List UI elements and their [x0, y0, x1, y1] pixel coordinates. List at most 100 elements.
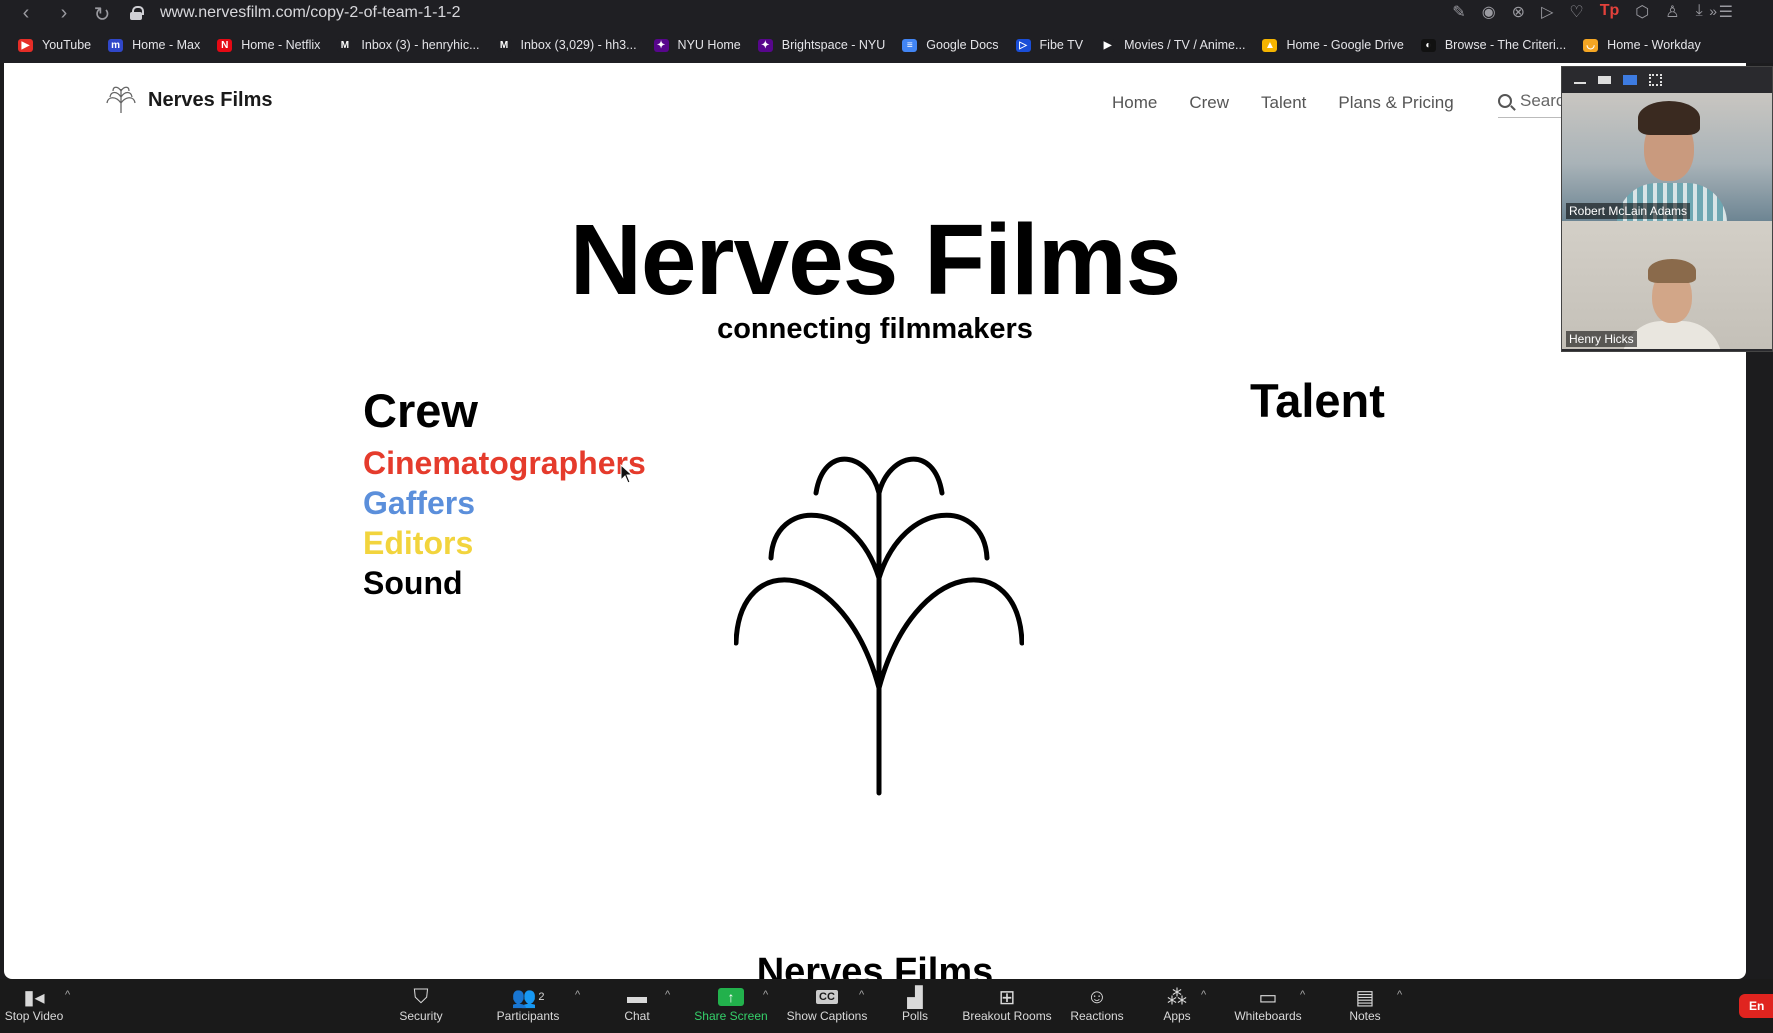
menu-icon[interactable]: ☰ [1719, 2, 1733, 22]
stop-video-button[interactable]: ▮◂ Stop Video [4, 985, 64, 1024]
crew-link-cinematographers[interactable]: Cinematographers [363, 443, 646, 483]
bookmark-item[interactable]: M Inbox (3) - henryhic... [337, 38, 480, 52]
camera-icon[interactable]: ◉ [1482, 2, 1496, 22]
bar-chart-icon: ▟ [907, 986, 923, 1009]
bookmark-item[interactable]: ◡ Home - Workday [1583, 38, 1701, 52]
captions-options-caret[interactable]: ^ [859, 989, 864, 1001]
thumbnail-view-icon[interactable] [1598, 76, 1611, 84]
participant-tile[interactable]: Henry Hicks [1562, 221, 1772, 349]
crew-heading[interactable]: Crew [363, 383, 478, 438]
crew-list: Cinematographers Gaffers Editors Sound [363, 443, 646, 603]
extension-icons: ✎ ◉ ⊗ ▷ ♡ Tp ⬡ ♙ ⤓ ☰ [1452, 2, 1733, 22]
reactions-label: Reactions [1070, 1009, 1124, 1023]
forward-icon[interactable]: › [52, 2, 76, 27]
bookmark-label: Inbox (3) - henryhic... [361, 38, 480, 52]
share-screen-button[interactable]: ↑ Share Screen [693, 985, 769, 1023]
polls-label: Polls [901, 1009, 928, 1023]
breakout-rooms-button[interactable]: ⊞ Breakout Rooms [962, 985, 1052, 1024]
bookmark-label: YouTube [42, 38, 92, 52]
bookmark-label: Movies / TV / Anime... [1124, 38, 1246, 52]
notes-icon: ▤ [1355, 986, 1375, 1009]
notes-button[interactable]: ▤ Notes [1348, 985, 1382, 1024]
bookmark-item[interactable]: ◐ Browse - The Criteri... [1420, 38, 1567, 52]
participant-tile[interactable]: Robert McLain Adams [1562, 93, 1772, 221]
chat-options-caret[interactable]: ^ [665, 989, 670, 1001]
reload-icon[interactable]: ↻ [90, 2, 114, 27]
bookmark-favicon-icon: ▶ [18, 38, 33, 52]
video-options-caret[interactable]: ^ [65, 989, 70, 1001]
bookmark-item[interactable]: m Home - Max [108, 38, 200, 52]
grid-icon: ⊞ [998, 986, 1016, 1009]
browser-chrome: ‹ › ↻ www.nervesfilm.com/copy-2-of-team-… [0, 0, 1773, 63]
download-icon[interactable]: ⤓ [1696, 2, 1703, 22]
participants-options-caret[interactable]: ^ [575, 989, 580, 1001]
bookmark-item[interactable]: M Inbox (3,029) - hh3... [496, 38, 637, 52]
bookmark-favicon-icon: M [496, 38, 512, 52]
hero-title: Nerves Films [569, 204, 1182, 316]
crew-link-gaffers[interactable]: Gaffers [363, 483, 646, 523]
participants-button[interactable]: 👥 2 Participants [494, 985, 562, 1024]
end-meeting-button[interactable]: En [1739, 994, 1773, 1018]
nav-home[interactable]: Home [1112, 93, 1157, 113]
apps-label: Apps [1163, 1009, 1191, 1023]
notes-label: Notes [1349, 1009, 1381, 1023]
speaker-view-icon[interactable] [1623, 75, 1637, 85]
whiteboards-options-caret[interactable]: ^ [1300, 989, 1305, 1001]
polls-button[interactable]: ▟ Polls [900, 985, 930, 1024]
bookmark-item[interactable]: ▲ Home - Google Drive [1262, 38, 1404, 52]
nav-crew[interactable]: Crew [1189, 93, 1229, 113]
bookmark-label: Google Docs [926, 38, 999, 52]
bookmark-item[interactable]: ▶ Movies / TV / Anime... [1100, 38, 1245, 52]
heart-icon[interactable]: ♡ [1569, 2, 1583, 22]
bookmark-item[interactable]: ≡ Google Docs [902, 38, 999, 52]
bookmark-item[interactable]: ✦ Brightspace - NYU [757, 38, 885, 52]
more-bookmarks-icon[interactable]: » [1709, 3, 1717, 19]
crew-link-editors[interactable]: Editors [363, 523, 646, 563]
bookmark-item[interactable]: ▷ Fibe TV [1015, 38, 1084, 52]
block-icon[interactable]: ⊗ [1512, 2, 1525, 22]
bookmarks-bar: ▶ YouTube m Home - Max N Home - Netflix M Inbox… [0, 33, 1773, 57]
bookmark-item[interactable]: ▶ YouTube [18, 38, 91, 52]
crew-link-sound[interactable]: Sound [363, 563, 646, 603]
cube-icon[interactable]: ⬡ [1635, 2, 1649, 22]
address-bar[interactable]: www.nervesfilm.com/copy-2-of-team-1-1-2 [130, 2, 461, 24]
security-button[interactable]: ⛉ Security [395, 985, 447, 1024]
apps-button[interactable]: ⁂ Apps [1162, 985, 1192, 1024]
apps-icon: ⁂ [1167, 986, 1187, 1009]
captions-icon: CC [816, 990, 838, 1004]
back-icon[interactable]: ‹ [14, 2, 38, 27]
bookmark-label: Fibe TV [1039, 38, 1084, 52]
nav-plans-pricing[interactable]: Plans & Pricing [1338, 93, 1453, 113]
site-search[interactable]: Searc [1498, 91, 1568, 118]
notes-options-caret[interactable]: ^ [1397, 989, 1402, 1001]
gallery-view-icon[interactable] [1649, 74, 1662, 86]
talent-heading[interactable]: Talent [1250, 373, 1385, 428]
tree-logo-graphic [734, 456, 1024, 796]
reactions-button[interactable]: ☺ Reactions [1069, 985, 1125, 1024]
chat-bubble-icon: ▬ [627, 985, 647, 1008]
bookmark-label: NYU Home [677, 38, 741, 52]
bookmark-favicon-icon: m [108, 38, 124, 52]
site-logo[interactable]: Nerves Films [104, 83, 273, 117]
bookmark-favicon-icon: ≡ [902, 38, 918, 52]
participants-label: Participants [496, 1009, 560, 1023]
apps-options-caret[interactable]: ^ [1201, 989, 1206, 1001]
bookmark-item[interactable]: N Home - Netflix [217, 38, 320, 52]
minimize-icon[interactable] [1574, 82, 1586, 84]
show-captions-button[interactable]: CC Show Captions [785, 985, 869, 1023]
bookmark-label: Home - Netflix [241, 38, 321, 52]
play-icon[interactable]: ▷ [1541, 2, 1553, 22]
whiteboards-button[interactable]: ▭ Whiteboards [1232, 985, 1304, 1024]
bookmark-item[interactable]: ✦ NYU Home [653, 38, 741, 52]
share-options-caret[interactable]: ^ [763, 989, 768, 1001]
whiteboard-icon: ▭ [1258, 986, 1278, 1009]
bookmark-label: Browse - The Criteri... [1444, 38, 1567, 52]
chat-button[interactable]: ▬ Chat [620, 985, 654, 1024]
nav-talent[interactable]: Talent [1261, 93, 1306, 113]
bookmark-favicon-icon: ▶ [1100, 38, 1116, 52]
tp-extension-icon[interactable]: Tp [1600, 2, 1620, 22]
breakout-rooms-label: Breakout Rooms [962, 1009, 1052, 1023]
profile-icon[interactable]: ♙ [1665, 2, 1679, 22]
edit-icon[interactable]: ✎ [1452, 2, 1465, 22]
url-text[interactable]: www.nervesfilm.com/copy-2-of-team-1-1-2 [160, 4, 461, 22]
